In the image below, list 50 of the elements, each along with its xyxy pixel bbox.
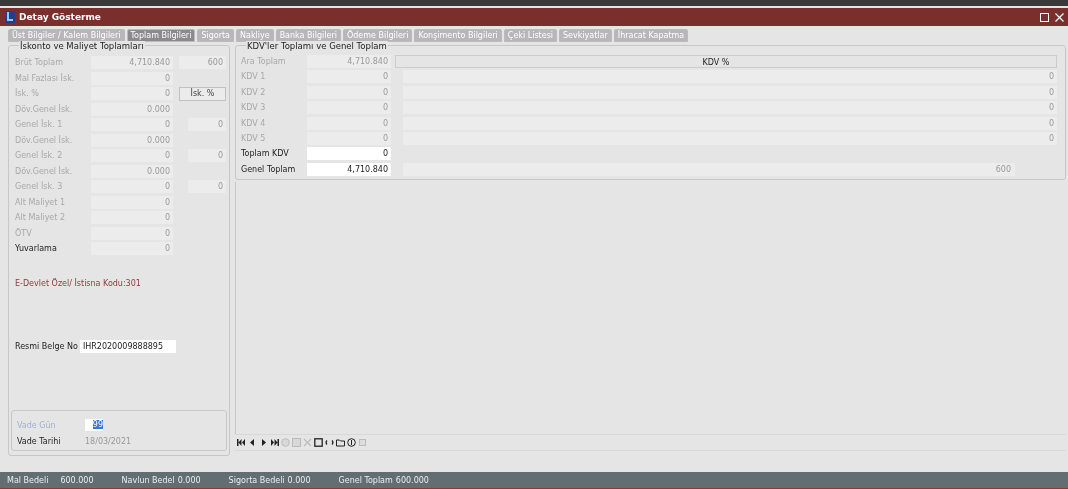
field-label: KDV 3 xyxy=(241,103,267,113)
window-title: Detay Gösterme xyxy=(19,12,101,22)
square-icon[interactable] xyxy=(314,438,323,447)
due-days-field[interactable]: 99 xyxy=(85,419,103,431)
tab[interactable]: Ödeme Bilgileri xyxy=(342,29,413,42)
rate-field[interactable]: 600 xyxy=(403,162,1015,176)
value-field[interactable]: 4,710.840 xyxy=(307,162,391,176)
status-label: Sigorta Bedeli xyxy=(228,475,285,485)
field-label: KDV 1 xyxy=(241,72,267,82)
status-value: 600.000 xyxy=(395,475,429,485)
field-label: Genel Toplam xyxy=(241,164,297,174)
panel-title: İskonto ve Maliyet Toplamları xyxy=(19,41,145,51)
next-icon[interactable] xyxy=(259,438,268,447)
field-label: Vade Tarihi xyxy=(17,437,62,446)
document-number-field[interactable]: IHR2020009888895 xyxy=(79,340,176,353)
status-label: Genel Toplam xyxy=(338,475,393,485)
status-value: 0.000 xyxy=(177,475,201,485)
tab[interactable]: Sigorta xyxy=(197,29,234,42)
field-label: Brüt Toplam xyxy=(15,58,64,67)
tab[interactable]: Çeki Listesi xyxy=(503,29,558,42)
close-icon[interactable] xyxy=(1055,12,1064,22)
exemption-code-text: E-Devlet Özel/ İstisna Kodu:301 xyxy=(15,279,142,288)
info-icon[interactable] xyxy=(347,438,356,447)
panel-title: KDV'ler Toplamı ve Genel Toplam xyxy=(246,41,388,51)
tab[interactable]: İhracat Kapatma xyxy=(613,29,689,42)
field-label: Resmi Belge No xyxy=(15,342,78,351)
field-label: Vade Gün xyxy=(17,420,57,430)
tab[interactable]: Toplam Bilgileri xyxy=(126,29,196,42)
status-label: Mal Bedeli xyxy=(7,475,49,485)
value-field[interactable]: 0 xyxy=(91,242,173,255)
first-record-icon[interactable] xyxy=(237,438,246,447)
folder-icon[interactable] xyxy=(336,438,345,447)
previous-icon[interactable] xyxy=(248,438,257,447)
due-date-field[interactable]: 18/03/2021 xyxy=(85,437,132,446)
column-header: KDV % xyxy=(395,55,1057,68)
value-field[interactable]: 0 xyxy=(307,147,391,161)
app-logo-icon xyxy=(5,11,15,23)
last-record-icon[interactable] xyxy=(270,438,279,447)
field-label: KDV 4 xyxy=(241,118,267,128)
field-label: Toplam KDV xyxy=(241,149,290,159)
field-label: KDV 2 xyxy=(241,87,267,97)
field-label: ÖTV xyxy=(15,228,33,238)
maximize-icon[interactable] xyxy=(1040,12,1049,22)
refresh-icon[interactable] xyxy=(325,438,334,447)
status-value: 0.000 xyxy=(287,475,311,485)
status-label: Navlun Bedel xyxy=(121,475,175,485)
status-value: 600.000 xyxy=(60,475,94,485)
tab[interactable]: Konşimento Bilgileri xyxy=(414,29,502,42)
tab[interactable]: Sevkiyatlar xyxy=(559,29,612,42)
field-label: Yuvarlama xyxy=(15,244,58,253)
